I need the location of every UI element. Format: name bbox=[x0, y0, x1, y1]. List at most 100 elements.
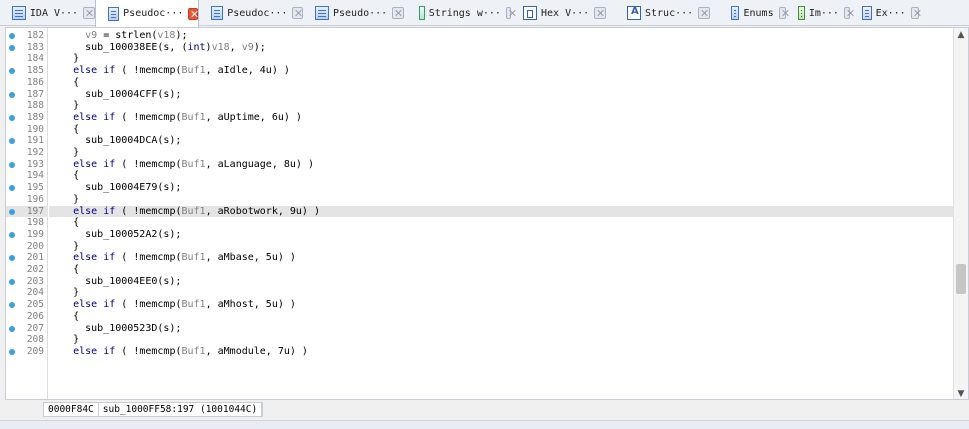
scroll-down-arrow-icon[interactable]: ▼ bbox=[954, 387, 968, 399]
line-number-text: 183 bbox=[26, 41, 44, 53]
code-line-text: sub_100052A2(s); bbox=[49, 228, 182, 240]
code-line[interactable]: else if ( !memcmp(Buf1, aMbase, 5u) ) bbox=[49, 252, 953, 264]
code-line[interactable]: sub_1000523D(s); bbox=[49, 323, 953, 335]
line-number: 207 bbox=[6, 323, 48, 335]
code-line[interactable]: } bbox=[49, 147, 953, 159]
vertical-scrollbar[interactable]: ▲ ▼ bbox=[953, 28, 968, 399]
tab-9[interactable]: Ex··· bbox=[850, 0, 919, 26]
line-number: 200 bbox=[6, 241, 48, 253]
tab-1[interactable]: Pseudoc··· bbox=[95, 0, 199, 27]
tab-6[interactable]: Struc··· bbox=[615, 0, 719, 26]
tab-label: Im··· bbox=[808, 7, 839, 19]
pseudocode-editor[interactable]: 182 183 184 185 186 187 188 189 190 191 192 193 194 1… bbox=[5, 27, 969, 400]
breakpoint-dot-icon[interactable] bbox=[9, 255, 15, 262]
close-tab-icon[interactable] bbox=[910, 7, 919, 19]
code-line[interactable]: } bbox=[49, 334, 953, 346]
code-line[interactable]: { bbox=[49, 311, 953, 323]
breakpoint-dot-icon[interactable] bbox=[9, 278, 15, 285]
code-line-text: sub_1000523D(s); bbox=[49, 322, 182, 334]
line-number-text: 194 bbox=[26, 170, 44, 182]
code-line[interactable]: { bbox=[49, 170, 953, 182]
code-line[interactable]: } bbox=[49, 287, 953, 299]
breakpoint-dot-icon[interactable] bbox=[9, 185, 15, 192]
close-tab-icon[interactable] bbox=[698, 7, 711, 19]
code-line[interactable]: } bbox=[49, 53, 953, 65]
close-tab-icon[interactable] bbox=[392, 7, 405, 19]
tab-5[interactable]: Hex V··· bbox=[511, 0, 615, 26]
line-number: 185 bbox=[6, 65, 48, 77]
line-number-text: 182 bbox=[26, 30, 44, 41]
code-line[interactable]: else if ( !memcmp(Buf1, aRobotwork, 9u) … bbox=[49, 205, 953, 218]
breakpoint-dot-icon[interactable] bbox=[9, 325, 15, 332]
tab-label: Struc··· bbox=[645, 7, 694, 19]
tab-bar: IDA V··· Pseudoc··· Pseudoc··· Pseudo··· Str… bbox=[0, 0, 969, 27]
code-line[interactable]: else if ( !memcmp(Buf1, aLanguage, 8u) ) bbox=[49, 159, 953, 171]
code-line[interactable]: { bbox=[49, 217, 953, 229]
breakpoint-dot-icon[interactable] bbox=[9, 91, 15, 98]
line-number: 201 bbox=[6, 252, 48, 264]
code-line[interactable]: v9 = strlen(v18); bbox=[49, 30, 953, 42]
line-number: 194 bbox=[6, 170, 48, 182]
breakpoint-dot-icon[interactable] bbox=[9, 161, 15, 168]
line-number: 208 bbox=[6, 334, 48, 346]
tab-0[interactable]: IDA V··· bbox=[0, 0, 95, 26]
scrollbar-thumb[interactable] bbox=[956, 264, 966, 294]
line-number: 197 bbox=[6, 205, 48, 218]
status-location: sub_1000FF58:197 (1001044C) bbox=[99, 403, 263, 416]
line-number: 195 bbox=[6, 182, 48, 194]
scroll-up-arrow-icon[interactable]: ▲ bbox=[954, 28, 968, 42]
tab-label: Ex··· bbox=[875, 7, 906, 19]
code-line-text: } bbox=[49, 240, 80, 252]
code-line[interactable]: } bbox=[49, 194, 953, 206]
breakpoint-dot-icon[interactable] bbox=[9, 348, 15, 355]
code-line[interactable]: else if ( !memcmp(Buf1, aIdle, 4u) ) bbox=[49, 65, 953, 77]
line-number-text: 202 bbox=[26, 264, 44, 275]
line-number: 192 bbox=[6, 147, 48, 159]
breakpoint-dot-icon[interactable] bbox=[9, 33, 15, 39]
tab-8[interactable]: Im··· bbox=[786, 0, 850, 26]
code-line[interactable]: else if ( !memcmp(Buf1, aUptime, 6u) ) bbox=[49, 112, 953, 124]
code-line[interactable]: } bbox=[49, 100, 953, 112]
tab-7[interactable]: Enums bbox=[719, 0, 786, 26]
close-tab-icon[interactable] bbox=[188, 7, 198, 20]
code-line[interactable]: sub_10004E79(s); bbox=[49, 182, 953, 194]
code-line[interactable]: sub_10004EE0(s); bbox=[49, 276, 953, 288]
code-line[interactable]: else if ( !memcmp(Buf1, aMhost, 5u) ) bbox=[49, 299, 953, 311]
breakpoint-dot-icon[interactable] bbox=[9, 138, 15, 145]
close-tab-icon[interactable] bbox=[292, 7, 303, 19]
breakpoint-dot-icon[interactable] bbox=[9, 208, 15, 215]
close-tab-icon[interactable] bbox=[778, 7, 786, 19]
tab-3[interactable]: Pseudo··· bbox=[303, 0, 407, 26]
code-line[interactable]: sub_100038EE(s, (int)v18, v9); bbox=[49, 42, 953, 54]
line-number-text: 187 bbox=[26, 88, 44, 100]
code-line-text: else if ( !memcmp(Buf1, aIdle, 4u) ) bbox=[73, 65, 290, 77]
code-line-text: { bbox=[49, 264, 80, 275]
code-line[interactable]: } bbox=[49, 241, 953, 253]
code-line[interactable]: { bbox=[49, 77, 953, 89]
code-line-text: } bbox=[49, 334, 80, 346]
code-line[interactable]: { bbox=[49, 264, 953, 276]
breakpoint-dot-icon[interactable] bbox=[9, 114, 15, 121]
code-line[interactable]: sub_10004DCA(s); bbox=[49, 135, 953, 147]
code-area[interactable]: v9 = strlen(v18); sub_100038EE(s, (int)v… bbox=[49, 28, 953, 399]
pseudocode-window-icon bbox=[315, 6, 329, 20]
breakpoint-dot-icon[interactable] bbox=[9, 231, 15, 238]
code-line[interactable]: sub_100052A2(s); bbox=[49, 229, 953, 241]
close-tab-icon[interactable] bbox=[83, 7, 95, 19]
code-line-text: else if ( !memcmp(Buf1, aMhost, 5u) ) bbox=[73, 299, 296, 311]
code-line-text: } bbox=[49, 193, 80, 205]
line-number-text: 203 bbox=[26, 275, 44, 287]
code-line[interactable]: else if ( !memcmp(Buf1, aMmodule, 7u) ) bbox=[49, 346, 953, 358]
code-line[interactable]: { bbox=[49, 124, 953, 136]
close-tab-icon[interactable] bbox=[594, 7, 607, 19]
line-number: 199 bbox=[6, 229, 48, 241]
code-line[interactable]: sub_10004CFF(s); bbox=[49, 89, 953, 101]
tab-4[interactable]: Strings w··· bbox=[407, 0, 511, 26]
code-line-text: } bbox=[49, 287, 80, 299]
breakpoint-dot-icon[interactable] bbox=[9, 68, 15, 75]
line-number-text: 197 bbox=[26, 205, 44, 217]
breakpoint-dot-icon[interactable] bbox=[9, 44, 15, 51]
line-number-text: 189 bbox=[26, 111, 44, 123]
tab-2[interactable]: Pseudoc··· bbox=[199, 0, 303, 26]
breakpoint-dot-icon[interactable] bbox=[9, 302, 15, 309]
